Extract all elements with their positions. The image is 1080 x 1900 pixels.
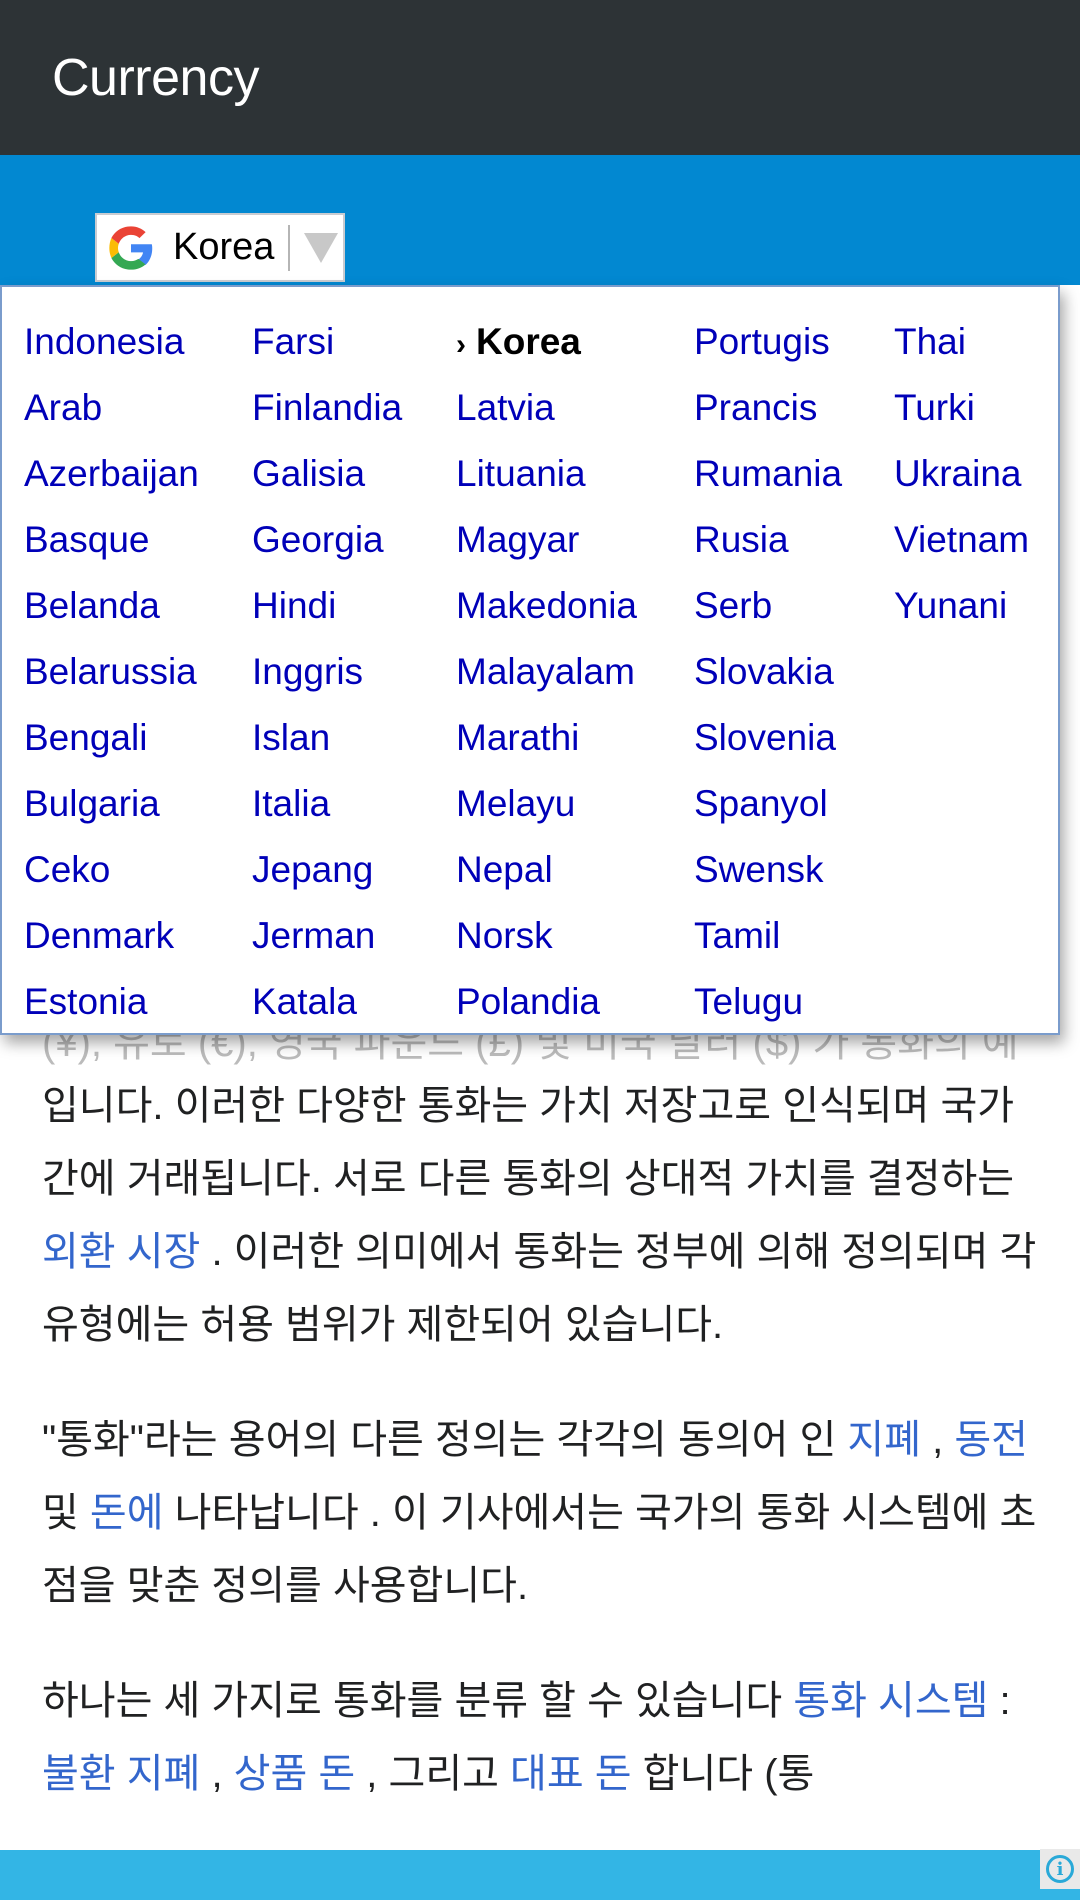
- language-option[interactable]: Georgia: [252, 507, 402, 573]
- language-option[interactable]: Lituania: [456, 441, 637, 507]
- language-option[interactable]: › Korea: [456, 309, 637, 375]
- language-option[interactable]: Belanda: [24, 573, 199, 639]
- selected-marker-icon: ›: [456, 328, 466, 361]
- widget-divider: [288, 224, 291, 271]
- language-option[interactable]: Malayalam: [456, 639, 637, 705]
- language-option-label: Korea: [476, 321, 581, 362]
- article-link[interactable]: 동전: [954, 1418, 1028, 1462]
- language-option[interactable]: Jerman: [252, 903, 402, 969]
- language-option[interactable]: Bengali: [24, 705, 199, 771]
- language-option[interactable]: Galisia: [252, 441, 402, 507]
- language-option[interactable]: Serb: [694, 573, 842, 639]
- article-link[interactable]: 상품 돈: [234, 1752, 356, 1796]
- article-paragraph: 하나는 세 가지로 통화를 분류 할 수 있습니다 통화 시스템 : 불환 지폐…: [42, 1665, 1042, 1811]
- language-option[interactable]: Vietnam: [894, 507, 1029, 573]
- language-option[interactable]: Hindi: [252, 573, 402, 639]
- info-icon: i: [1046, 1855, 1074, 1883]
- article-text: 입니다. 이러한 다양한 통화는 가치 저장고로 인식되며 국가간에 거래됩니다…: [42, 1084, 1015, 1201]
- menu-column: › Korea Latvia Lituania Magyar Makedonia Malay…: [456, 309, 637, 1035]
- language-option[interactable]: Makedonia: [456, 573, 637, 639]
- language-option[interactable]: Denmark: [24, 903, 199, 969]
- google-g-icon: [109, 225, 153, 270]
- language-option[interactable]: Jepang: [252, 837, 402, 903]
- menu-column: Portugis Prancis Rumania Rusia Serb Slovakia S…: [694, 309, 842, 1035]
- article-body: 입니다. 이러한 다양한 통화는 가치 저장고로 인식되며 국가간에 거래됩니다…: [42, 1020, 1042, 1853]
- menu-column: Thai Turki Ukraina Vietnam Yunani: [894, 309, 1029, 639]
- language-option[interactable]: Portugis: [694, 309, 842, 375]
- language-option[interactable]: Islan: [252, 705, 402, 771]
- article-paragraph: "통화"라는 용어의 다른 정의는 각각의 동의어 인 지폐 , 동전 및 돈에…: [42, 1404, 1042, 1623]
- article-link[interactable]: 대표 돈: [510, 1752, 632, 1796]
- language-option[interactable]: Italia: [252, 771, 402, 837]
- language-option[interactable]: Katala: [252, 969, 402, 1035]
- app-header: Currency: [0, 0, 1080, 155]
- language-option[interactable]: Estonia: [24, 969, 199, 1035]
- language-option[interactable]: Basque: [24, 507, 199, 573]
- article-text: , 그리고: [355, 1752, 511, 1796]
- language-option[interactable]: Arab: [24, 375, 199, 441]
- article-link[interactable]: 돈에: [90, 1491, 164, 1535]
- language-option[interactable]: Prancis: [694, 375, 842, 441]
- language-option[interactable]: Azerbaijan: [24, 441, 199, 507]
- language-option[interactable]: Tamil: [694, 903, 842, 969]
- triangle-down-icon[interactable]: [304, 232, 339, 263]
- translate-language-select[interactable]: Korea: [95, 213, 345, 282]
- language-option[interactable]: Marathi: [456, 705, 637, 771]
- language-option[interactable]: Belarussia: [24, 639, 199, 705]
- language-option[interactable]: Norsk: [456, 903, 637, 969]
- page-title: Currency: [52, 49, 259, 107]
- article-link[interactable]: 통화 시스템: [793, 1679, 988, 1723]
- ad-info-button[interactable]: i: [1040, 1849, 1080, 1889]
- article-text: ,: [200, 1752, 234, 1796]
- language-option[interactable]: Yunani: [894, 573, 1029, 639]
- language-option[interactable]: Slovenia: [694, 705, 842, 771]
- article-text: 하나는 세 가지로 통화를 분류 할 수 있습니다: [42, 1679, 794, 1723]
- language-option[interactable]: Inggris: [252, 639, 402, 705]
- article-link[interactable]: 지폐: [847, 1418, 921, 1462]
- language-option[interactable]: Ceko: [24, 837, 199, 903]
- article-paragraph: 입니다. 이러한 다양한 통화는 가치 저장고로 인식되며 국가간에 거래됩니다…: [42, 1070, 1042, 1362]
- menu-column: Indonesia Arab Azerbaijan Basque Belanda Bela…: [24, 309, 199, 1035]
- article-text: 나타납니다 . 이 기사에서는 국가의 통화 시스템에 초점을 맞춘 정의를 사…: [42, 1491, 1037, 1608]
- article-text: 및: [42, 1491, 90, 1535]
- article-text: :: [988, 1679, 1011, 1723]
- article-link[interactable]: 불환 지폐: [42, 1752, 200, 1796]
- article-text: "통화"라는 용어의 다른 정의는 각각의 동의어 인: [42, 1418, 848, 1462]
- ad-banner-bar: [0, 1850, 1080, 1900]
- language-option[interactable]: Ukraina: [894, 441, 1029, 507]
- language-option[interactable]: Nepal: [456, 837, 637, 903]
- language-dropdown-menu: Indonesia Arab Azerbaijan Basque Belanda Bela…: [0, 285, 1060, 1035]
- language-option[interactable]: Bulgaria: [24, 771, 199, 837]
- language-option[interactable]: Magyar: [456, 507, 637, 573]
- menu-column: Farsi Finlandia Galisia Georgia Hindi Inggris…: [252, 309, 402, 1035]
- language-option[interactable]: Telugu: [694, 969, 842, 1035]
- language-option[interactable]: Latvia: [456, 375, 637, 441]
- article-text: 합니다 (통: [631, 1752, 815, 1796]
- language-option[interactable]: Indonesia: [24, 309, 199, 375]
- language-option[interactable]: Rusia: [694, 507, 842, 573]
- language-option[interactable]: Rumania: [694, 441, 842, 507]
- selected-language-label: Korea: [173, 226, 275, 268]
- language-option[interactable]: Farsi: [252, 309, 402, 375]
- language-option[interactable]: Spanyol: [694, 771, 842, 837]
- language-option[interactable]: Thai: [894, 309, 1029, 375]
- language-option[interactable]: Polandia: [456, 969, 637, 1035]
- language-option[interactable]: Finlandia: [252, 375, 402, 441]
- article-text: ,: [921, 1418, 955, 1462]
- language-option[interactable]: Swensk: [694, 837, 842, 903]
- language-option[interactable]: Melayu: [456, 771, 637, 837]
- language-option[interactable]: Slovakia: [694, 639, 842, 705]
- article-link[interactable]: 외환 시장: [42, 1230, 200, 1274]
- language-option[interactable]: Turki: [894, 375, 1029, 441]
